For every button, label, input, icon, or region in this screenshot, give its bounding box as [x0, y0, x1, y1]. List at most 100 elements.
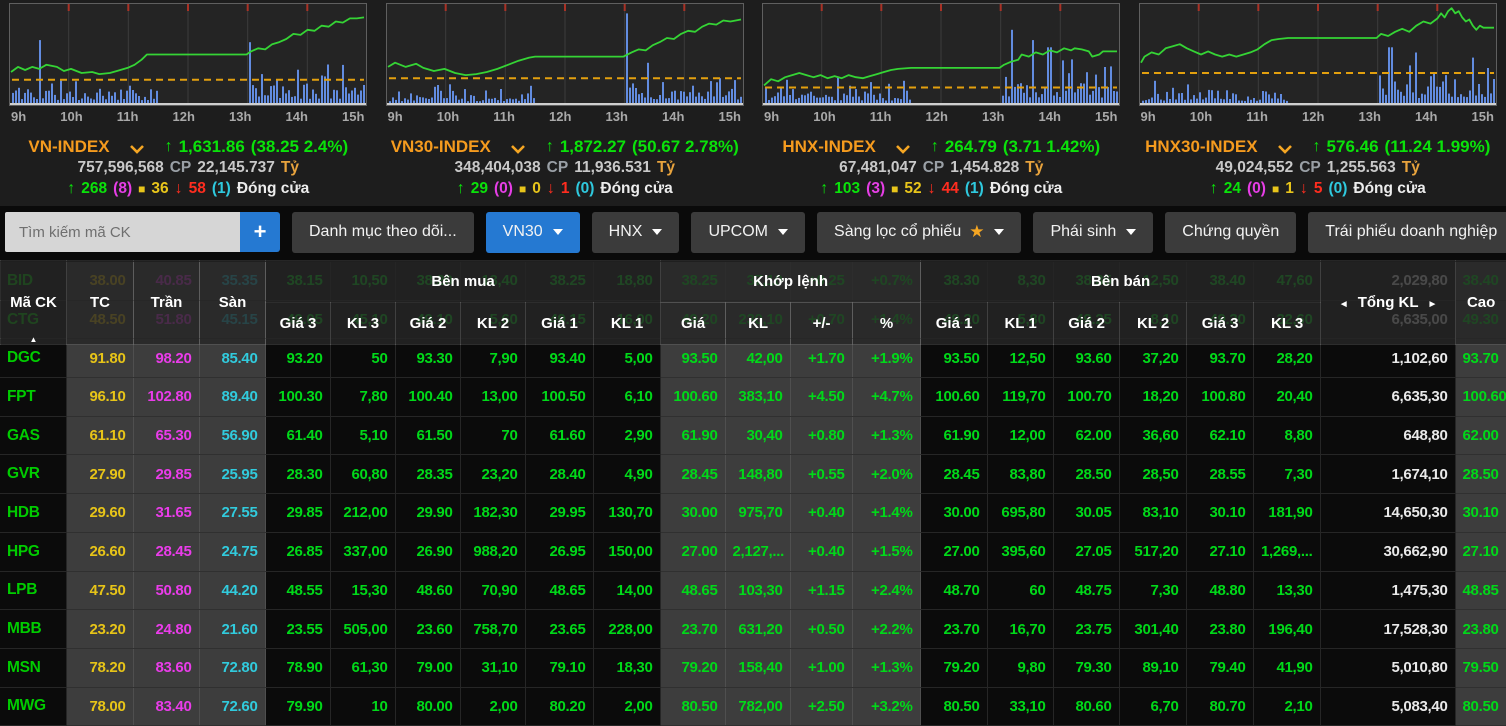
high-price-cell[interactable]: 27.10	[1455, 532, 1506, 571]
chevron-down-icon[interactable]	[501, 141, 536, 154]
sell-price-2-cell[interactable]: 80.60	[1053, 687, 1119, 726]
matched-price-cell[interactable]: 28.45	[660, 455, 725, 494]
buy-price-1-cell[interactable]: 26.95	[525, 532, 593, 571]
floor-price-cell[interactable]: 72.80	[199, 648, 265, 687]
buy-vol-2-cell[interactable]: 988,20	[460, 532, 525, 571]
total-volume-cell[interactable]: 5,083,40	[1320, 687, 1455, 726]
buy-price-3-cell[interactable]: 26.85	[265, 532, 330, 571]
total-volume-cell[interactable]: 5,010,80	[1320, 648, 1455, 687]
change-cell[interactable]: +1.15	[790, 571, 852, 610]
sell-price-1-cell[interactable]: 23.70	[920, 610, 987, 649]
matched-vol-cell[interactable]: 30,40	[725, 416, 790, 455]
high-price-cell[interactable]: 48.85	[1455, 571, 1506, 610]
buy-price-3-cell[interactable]: 78.90	[265, 648, 330, 687]
hnx-board-button[interactable]: HNX	[592, 212, 680, 253]
buy-price-2-cell[interactable]: 28.35	[395, 455, 460, 494]
matched-price-cell[interactable]: 23.70	[660, 610, 725, 649]
buy-price-2-cell[interactable]: 100.40	[395, 378, 460, 417]
matched-price-cell[interactable]: 30.00	[660, 494, 725, 533]
ceiling-price-cell[interactable]: 83.40	[133, 687, 199, 726]
sell-vol-2-cell[interactable]: 18,20	[1119, 378, 1186, 417]
buy-price-1-cell[interactable]: 100.50	[525, 378, 593, 417]
high-price-cell[interactable]: 23.80	[1455, 610, 1506, 649]
sell-price-3-cell[interactable]: 100.80	[1186, 378, 1253, 417]
buy-vol-2-cell[interactable]: 758,70	[460, 610, 525, 649]
buy-vol-2-cell[interactable]: 70	[460, 416, 525, 455]
high-price-cell[interactable]: 100.60	[1455, 378, 1506, 417]
sell-vol-3-cell[interactable]: 41,90	[1253, 648, 1320, 687]
scroll-columns-right-icon[interactable]: ►	[1428, 299, 1438, 310]
sell-price-1-cell[interactable]: 79.20	[920, 648, 987, 687]
change-pct-cell[interactable]: +1.3%	[852, 416, 920, 455]
buy-price-3-cell[interactable]: 61.40	[265, 416, 330, 455]
buy-vol-3-cell[interactable]: 337,00	[330, 532, 395, 571]
sell-price-1-cell[interactable]: 100.60	[920, 378, 987, 417]
matched-vol-cell[interactable]: 2,127,...	[725, 532, 790, 571]
sell-vol-3-cell[interactable]: 20,40	[1253, 378, 1320, 417]
buy-price-3-cell[interactable]: 48.55	[265, 571, 330, 610]
high-price-cell[interactable]: 80.50	[1455, 687, 1506, 726]
buy-vol-1-cell[interactable]: 228,00	[593, 610, 660, 649]
search-input[interactable]	[5, 212, 240, 252]
sell-vol-2-cell[interactable]: 89,10	[1119, 648, 1186, 687]
sell-price-2-cell[interactable]: 30.05	[1053, 494, 1119, 533]
floor-price-cell[interactable]: 27.55	[199, 494, 265, 533]
buy-price-3-cell[interactable]: 23.55	[265, 610, 330, 649]
total-volume-cell[interactable]: 14,650,30	[1320, 494, 1455, 533]
buy-vol-1-cell[interactable]: 6,10	[593, 378, 660, 417]
buy-price-1-cell[interactable]: 29.95	[525, 494, 593, 533]
sell-vol-3-cell[interactable]: 13,30	[1253, 571, 1320, 610]
sell-vol-3-cell[interactable]: 2,10	[1253, 687, 1320, 726]
buy-vol-1-cell[interactable]: 130,70	[593, 494, 660, 533]
total-volume-cell[interactable]: 30,662,90	[1320, 532, 1455, 571]
ref-price-cell[interactable]: 23.20	[66, 610, 133, 649]
ref-price-cell[interactable]: 96.10	[66, 378, 133, 417]
change-cell[interactable]: +4.50	[790, 378, 852, 417]
floor-price-cell[interactable]: 72.60	[199, 687, 265, 726]
buy-vol-3-cell[interactable]: 505,00	[330, 610, 395, 649]
derivatives-button[interactable]: Phái sinh	[1033, 212, 1153, 253]
matched-price-cell[interactable]: 80.50	[660, 687, 725, 726]
matched-vol-cell[interactable]: 383,10	[725, 378, 790, 417]
buy-vol-2-cell[interactable]: 182,30	[460, 494, 525, 533]
matched-price-cell[interactable]: 27.00	[660, 532, 725, 571]
buy-vol-2-cell[interactable]: 13,00	[460, 378, 525, 417]
matched-vol-cell[interactable]: 103,30	[725, 571, 790, 610]
symbol-cell[interactable]: MBB	[0, 610, 66, 649]
sell-price-3-cell[interactable]: 28.55	[1186, 455, 1253, 494]
symbol-cell[interactable]: FPT	[0, 378, 66, 417]
stock-row-lpb[interactable]: LPB47.5050.8044.2048.5515,3048.6070,9048…	[0, 571, 1506, 610]
ref-price-cell[interactable]: 27.90	[66, 455, 133, 494]
sell-vol-3-cell[interactable]: 181,90	[1253, 494, 1320, 533]
matched-price-cell[interactable]: 61.90	[660, 416, 725, 455]
stock-row-mbb[interactable]: MBB23.2024.8021.6023.55505,0023.60758,70…	[0, 610, 1506, 649]
floor-price-cell[interactable]: 56.90	[199, 416, 265, 455]
sell-price-3-cell[interactable]: 62.10	[1186, 416, 1253, 455]
matched-vol-cell[interactable]: 782,00	[725, 687, 790, 726]
change-cell[interactable]: +0.80	[790, 416, 852, 455]
sell-price-2-cell[interactable]: 62.00	[1053, 416, 1119, 455]
sell-vol-1-cell[interactable]: 12,00	[987, 416, 1053, 455]
matched-vol-cell[interactable]: 148,80	[725, 455, 790, 494]
change-pct-cell[interactable]: +2.0%	[852, 455, 920, 494]
high-price-cell[interactable]: 62.00	[1455, 416, 1506, 455]
sell-vol-1-cell[interactable]: 9,80	[987, 648, 1053, 687]
high-price-cell[interactable]: 30.10	[1455, 494, 1506, 533]
buy-vol-1-cell[interactable]: 18,30	[593, 648, 660, 687]
sell-vol-1-cell[interactable]: 395,60	[987, 532, 1053, 571]
buy-price-2-cell[interactable]: 80.00	[395, 687, 460, 726]
sell-vol-2-cell[interactable]: 517,20	[1119, 532, 1186, 571]
matched-vol-cell[interactable]: 631,20	[725, 610, 790, 649]
buy-vol-1-cell[interactable]: 2,90	[593, 416, 660, 455]
floor-price-cell[interactable]: 44.20	[199, 571, 265, 610]
buy-vol-2-cell[interactable]: 70,90	[460, 571, 525, 610]
buy-price-1-cell[interactable]: 48.65	[525, 571, 593, 610]
sell-vol-1-cell[interactable]: 695,80	[987, 494, 1053, 533]
buy-price-3-cell[interactable]: 100.30	[265, 378, 330, 417]
sell-vol-2-cell[interactable]: 83,10	[1119, 494, 1186, 533]
sell-price-3-cell[interactable]: 27.10	[1186, 532, 1253, 571]
sell-vol-1-cell[interactable]: 60	[987, 571, 1053, 610]
watchlist-menu-button[interactable]: Danh mục theo dõi...	[292, 212, 474, 253]
high-price-cell[interactable]: 28.50	[1455, 455, 1506, 494]
sell-vol-2-cell[interactable]: 301,40	[1119, 610, 1186, 649]
